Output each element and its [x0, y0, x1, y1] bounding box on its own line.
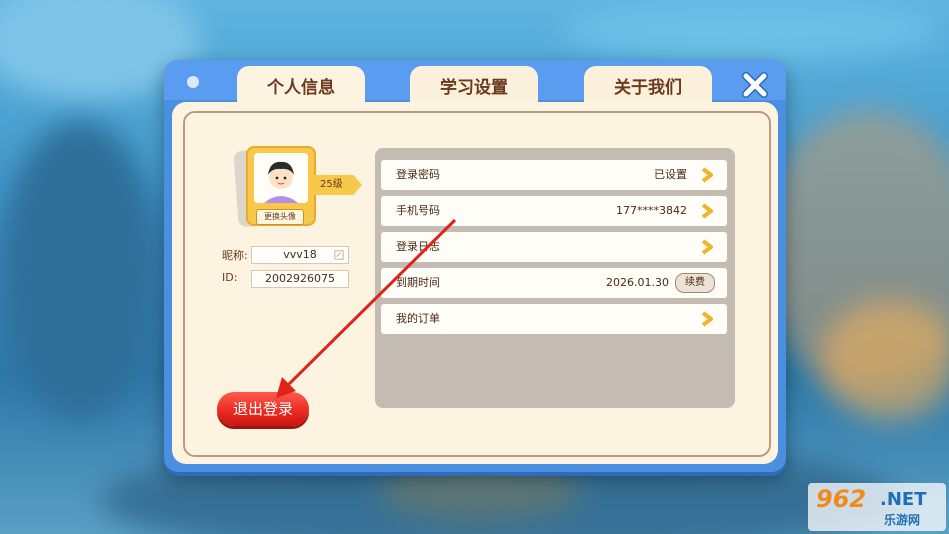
level-badge: 25级	[314, 175, 362, 195]
row-phone-number[interactable]: 手机号码 177****3842	[381, 196, 727, 226]
tab-study-settings[interactable]: 学习设置	[410, 66, 538, 106]
dialog-content: 更换头像 25级 昵称: vvv18 ID: 2002926075 退出登录 登…	[172, 102, 778, 464]
renew-button[interactable]: 续费	[675, 273, 715, 293]
change-avatar-button[interactable]: 更换头像	[256, 209, 304, 225]
nickname-field[interactable]: vvv18	[251, 246, 349, 264]
row-login-password[interactable]: 登录密码 已设置	[381, 160, 727, 190]
close-icon[interactable]	[740, 70, 770, 100]
id-label: ID:	[222, 271, 238, 284]
chevron-right-icon	[701, 311, 713, 327]
dialog-dot	[187, 76, 199, 88]
edit-icon[interactable]	[334, 250, 344, 260]
watermark-logo: 962 .NET 乐游网	[808, 483, 946, 531]
logout-button[interactable]: 退出登录	[217, 392, 309, 426]
row-expiry-date: 到期时间 2026.01.30 续费	[381, 268, 727, 298]
row-my-orders[interactable]: 我的订单	[381, 304, 727, 334]
nickname-label: 昵称:	[222, 249, 248, 262]
row-login-log[interactable]: 登录日志	[381, 232, 727, 262]
chevron-right-icon	[701, 239, 713, 255]
settings-panel: 登录密码 已设置 手机号码 177****3842 登录日志 到期时间 2026…	[375, 148, 735, 408]
chevron-right-icon	[701, 167, 713, 183]
profile-dialog: 个人信息 学习设置 关于我们 更换头像 25级 昵称: vvv18 ID: 20…	[164, 60, 786, 472]
id-field: 2002926075	[251, 270, 349, 288]
chevron-right-icon	[701, 203, 713, 219]
avatar-image	[254, 153, 308, 203]
tab-personal-info[interactable]: 个人信息	[237, 66, 365, 106]
avatar[interactable]: 更换头像	[246, 146, 316, 226]
tab-about-us[interactable]: 关于我们	[584, 66, 712, 106]
